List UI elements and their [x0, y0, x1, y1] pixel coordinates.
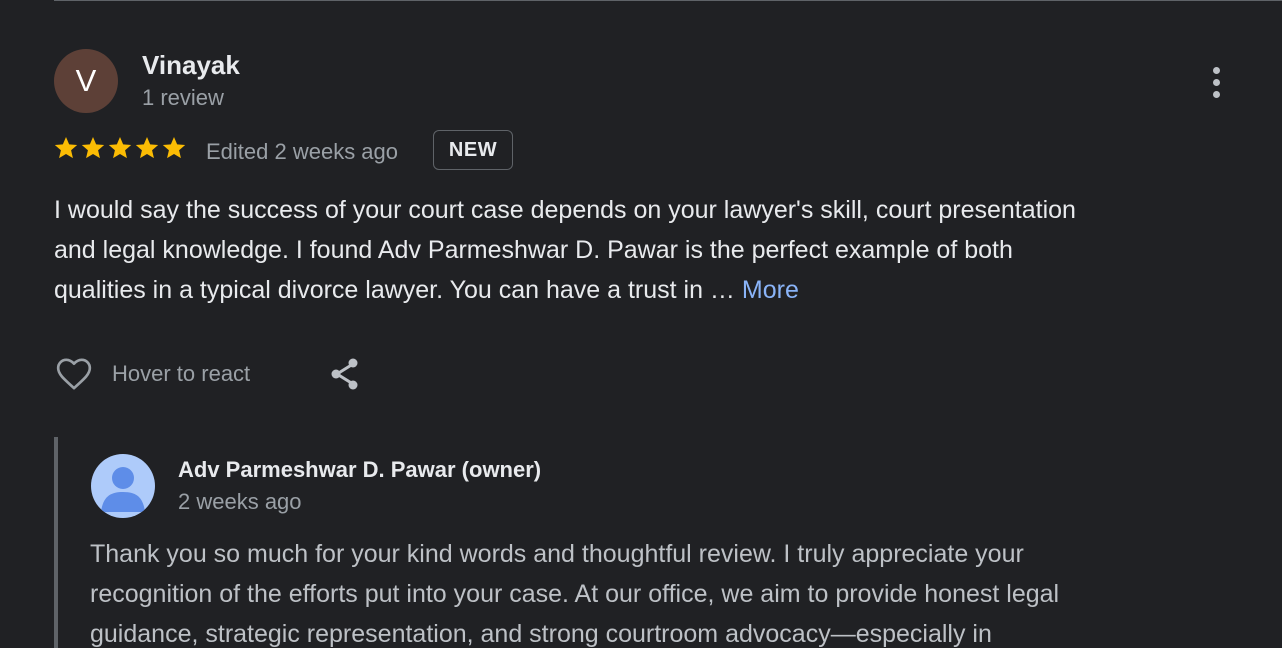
more-vert-icon	[1212, 66, 1220, 74]
react-button[interactable]: Hover to react	[52, 354, 250, 394]
more-link[interactable]: More	[742, 276, 799, 304]
star-rating	[53, 135, 187, 161]
review-card: V Vinayak 1 review Edited 2 weeks ago NE…	[0, 0, 1282, 648]
edited-timestamp: Edited 2 weeks ago	[206, 139, 399, 164]
review-text-line: qualities in a typical divorce lawyer. Y…	[54, 270, 1234, 310]
react-label: Hover to react	[112, 361, 251, 386]
reviewer-avatar[interactable]: V	[54, 49, 118, 113]
reply-text-line: recognition of the efforts put into your…	[90, 580, 1060, 608]
review-text-line: and legal knowledge. I found Adv Parmesh…	[54, 236, 1013, 264]
more-vert-icon-dot	[1212, 90, 1220, 98]
owner-name: Adv Parmeshwar D. Pawar (owner)	[178, 457, 542, 482]
share-icon	[331, 358, 358, 390]
react-row: Hover to react	[52, 352, 250, 396]
reply-text-line: guidance, strategic representation, and …	[90, 620, 992, 648]
share-button[interactable]	[326, 355, 364, 393]
more-options-button[interactable]	[1196, 60, 1236, 104]
star-icon	[162, 136, 186, 159]
star-icon	[54, 136, 78, 159]
reviewer-name[interactable]: Vinayak	[142, 49, 240, 81]
default-user-avatar-icon	[91, 454, 155, 518]
review-text-line: I would say the success of your court ca…	[54, 196, 1076, 224]
owner-reply-text: Thank you so much for your kind words an…	[90, 534, 1240, 648]
person-icon	[101, 467, 145, 512]
star-icon	[135, 136, 159, 159]
owner-reply-timestamp: 2 weeks ago	[178, 489, 302, 514]
review-text: I would say the success of your court ca…	[54, 190, 1234, 310]
new-badge: NEW	[433, 130, 513, 170]
star-icon	[81, 136, 105, 159]
reviewer-review-count[interactable]: 1 review	[142, 84, 224, 112]
review-text-line-content: qualities in a typical divorce lawyer. Y…	[54, 276, 735, 304]
more-vert-icon-dot	[1212, 78, 1220, 86]
heart-outline-icon	[56, 358, 92, 390]
avatar-letter: V	[75, 63, 97, 98]
star-icon	[108, 136, 132, 159]
owner-reply: Adv Parmeshwar D. Pawar (owner) 2 weeks …	[54, 437, 1282, 648]
reply-text-line: Thank you so much for your kind words an…	[90, 540, 1024, 568]
